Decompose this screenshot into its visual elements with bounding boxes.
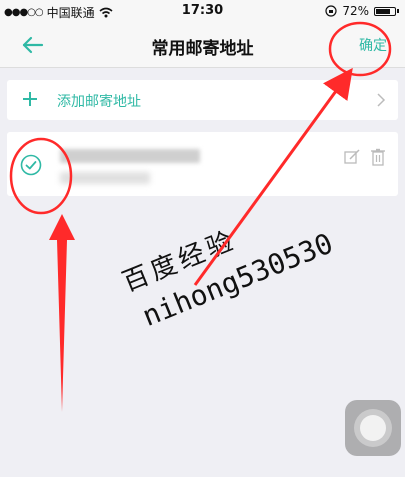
edit-icon[interactable]	[344, 149, 360, 165]
battery-tip	[397, 9, 399, 13]
annotation-arrow-check	[49, 214, 75, 412]
plus-icon	[23, 92, 37, 106]
status-bar: ●●●○○ 中国联通 17:30 72%	[0, 0, 405, 22]
check-circle-icon[interactable]	[20, 154, 42, 176]
trash-icon[interactable]	[370, 148, 386, 166]
address-card[interactable]	[7, 132, 398, 196]
battery-percent: 72%	[342, 4, 369, 18]
add-address-row[interactable]: 添加邮寄地址	[7, 80, 398, 120]
add-address-label: 添加邮寄地址	[57, 94, 141, 110]
rotation-lock-icon	[325, 5, 337, 17]
address-detail-redacted	[60, 172, 150, 184]
status-right: 72%	[325, 4, 399, 18]
confirm-button[interactable]: 确定	[359, 35, 387, 55]
assistive-touch-button[interactable]	[345, 400, 401, 456]
navigation-bar: 常用邮寄地址 确定	[0, 22, 405, 68]
page-title: 常用邮寄地址	[151, 39, 254, 59]
chevron-right-icon	[377, 93, 386, 107]
address-name-redacted	[60, 149, 200, 163]
battery-icon	[374, 6, 396, 16]
